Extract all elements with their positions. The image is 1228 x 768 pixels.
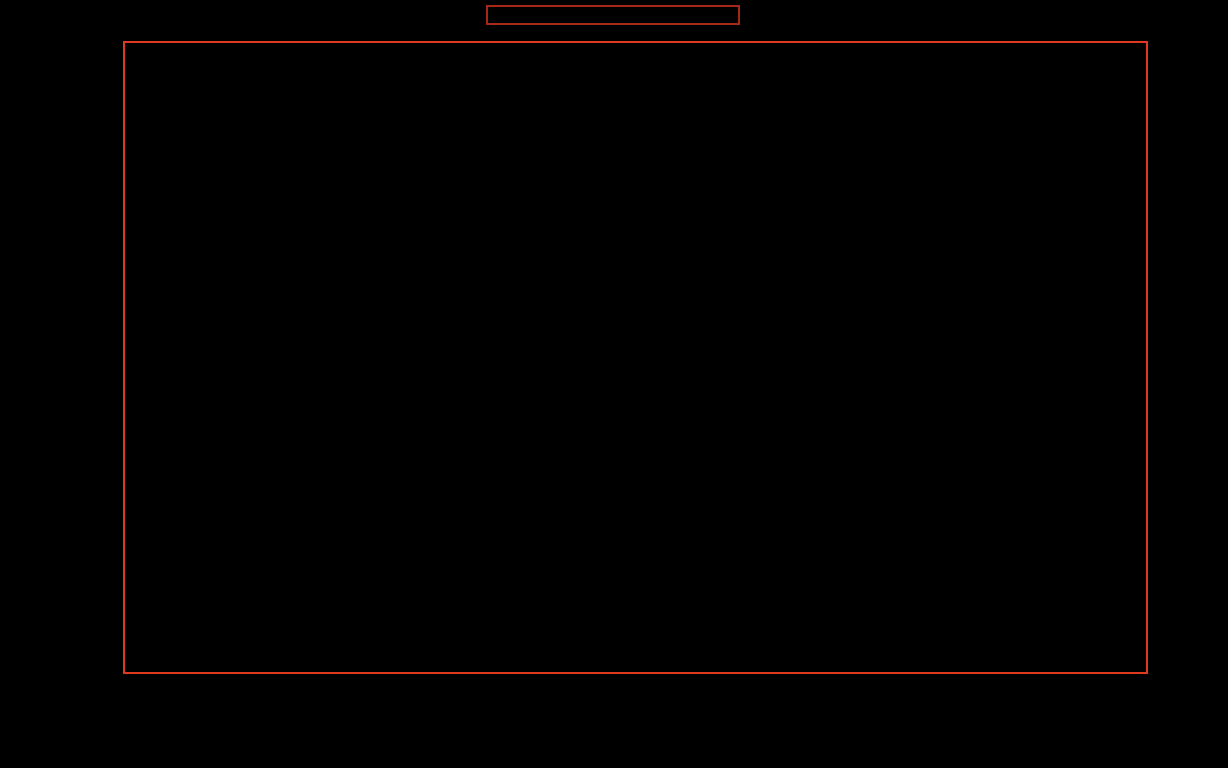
spectral-heatmap-canvas bbox=[125, 43, 1146, 672]
y-axis-title bbox=[24, 152, 52, 552]
x-axis-title bbox=[484, 735, 784, 763]
plot-frame bbox=[123, 41, 1148, 674]
colorbar bbox=[486, 5, 740, 25]
idl-spectral-image-viewer bbox=[0, 0, 1228, 768]
